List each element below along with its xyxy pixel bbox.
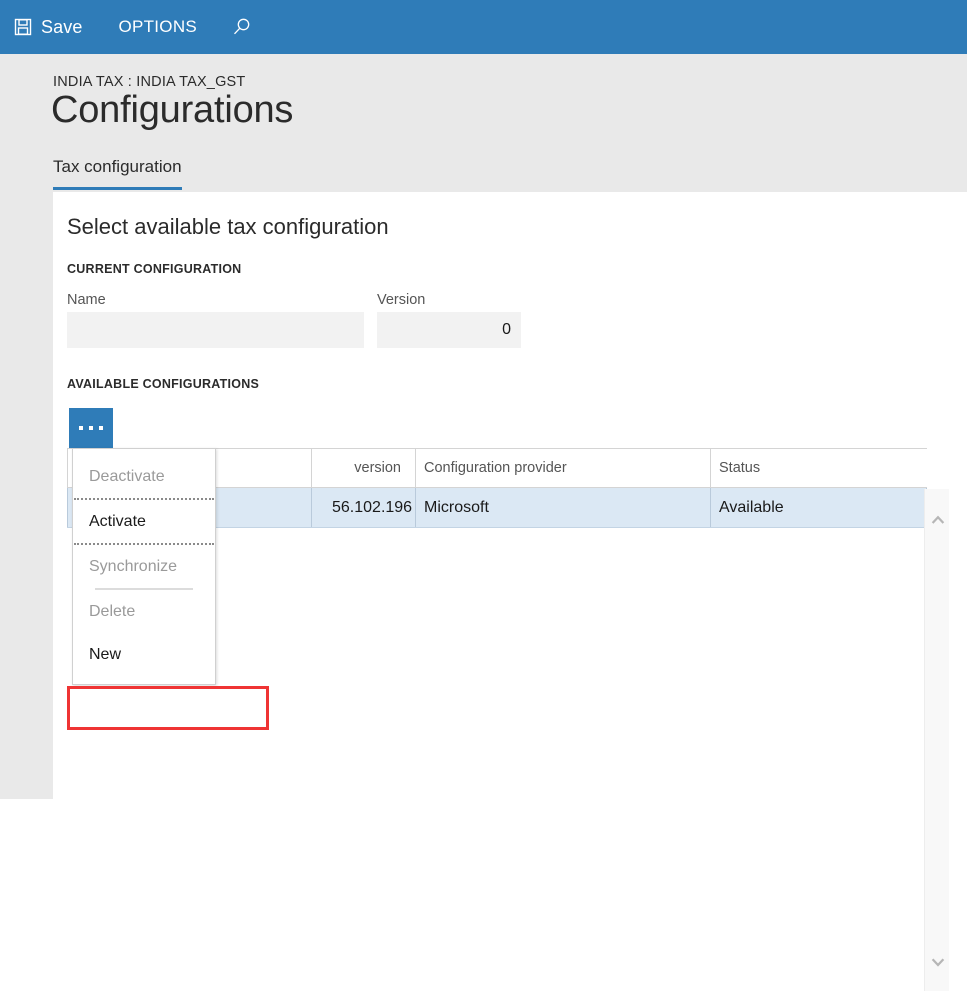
breadcrumb: INDIA TAX : INDIA TAX_GST (53, 74, 246, 90)
activate-highlight-box (67, 686, 269, 730)
save-button[interactable]: Save (0, 0, 100, 54)
overflow-menu-button[interactable] (69, 408, 113, 448)
save-floppy-icon (14, 18, 32, 36)
chevron-down-icon[interactable] (925, 949, 950, 974)
search-icon (231, 16, 253, 38)
context-menu-item-synchronize[interactable]: Synchronize (73, 545, 215, 588)
tabstrip: Tax configuration (53, 157, 182, 190)
context-menu-item-new[interactable]: New (73, 633, 215, 676)
grid-header-provider[interactable]: Configuration provider (415, 449, 710, 487)
cell-status: Available (710, 488, 927, 527)
field-version-label: Version (377, 292, 426, 308)
group-label-current-configuration: CURRENT CONFIGURATION (67, 262, 242, 276)
context-menu-item-delete[interactable]: Delete (73, 590, 215, 633)
search-button[interactable] (215, 0, 269, 54)
grid-header-status[interactable]: Status (710, 449, 927, 487)
top-command-bar: Save OPTIONS (0, 0, 967, 54)
field-name-label: Name (67, 292, 106, 308)
options-button-label: OPTIONS (118, 17, 198, 36)
chevron-up-icon[interactable] (925, 507, 950, 532)
section-title: Select available tax configuration (67, 214, 389, 239)
context-menu-item-activate[interactable]: Activate (73, 500, 215, 543)
name-input[interactable] (67, 312, 364, 348)
field-name: Name (67, 292, 364, 348)
context-menu: Deactivate Activate Synchronize Delete N… (72, 448, 216, 685)
page-title: Configurations (51, 89, 294, 131)
options-button[interactable]: OPTIONS (100, 0, 215, 54)
cell-provider: Microsoft (415, 488, 710, 527)
group-label-available-configurations: AVAILABLE CONFIGURATIONS (67, 377, 260, 391)
context-menu-item-deactivate[interactable]: Deactivate (73, 455, 215, 498)
page-header-band: INDIA TAX : INDIA TAX_GST Configurations… (0, 54, 967, 192)
field-version: Version (377, 292, 521, 348)
version-input[interactable] (377, 312, 521, 348)
save-button-label: Save (41, 16, 83, 37)
grid-header-version[interactable]: version (311, 449, 415, 487)
content-card: Select available tax configuration CURRE… (53, 192, 967, 991)
left-gutter (0, 192, 53, 799)
ellipsis-icon (79, 426, 103, 430)
cell-version[interactable]: 56.102.196 (311, 488, 415, 527)
grid-vertical-scrollbar[interactable] (924, 489, 949, 991)
tab-tax-configuration[interactable]: Tax configuration (53, 157, 182, 190)
